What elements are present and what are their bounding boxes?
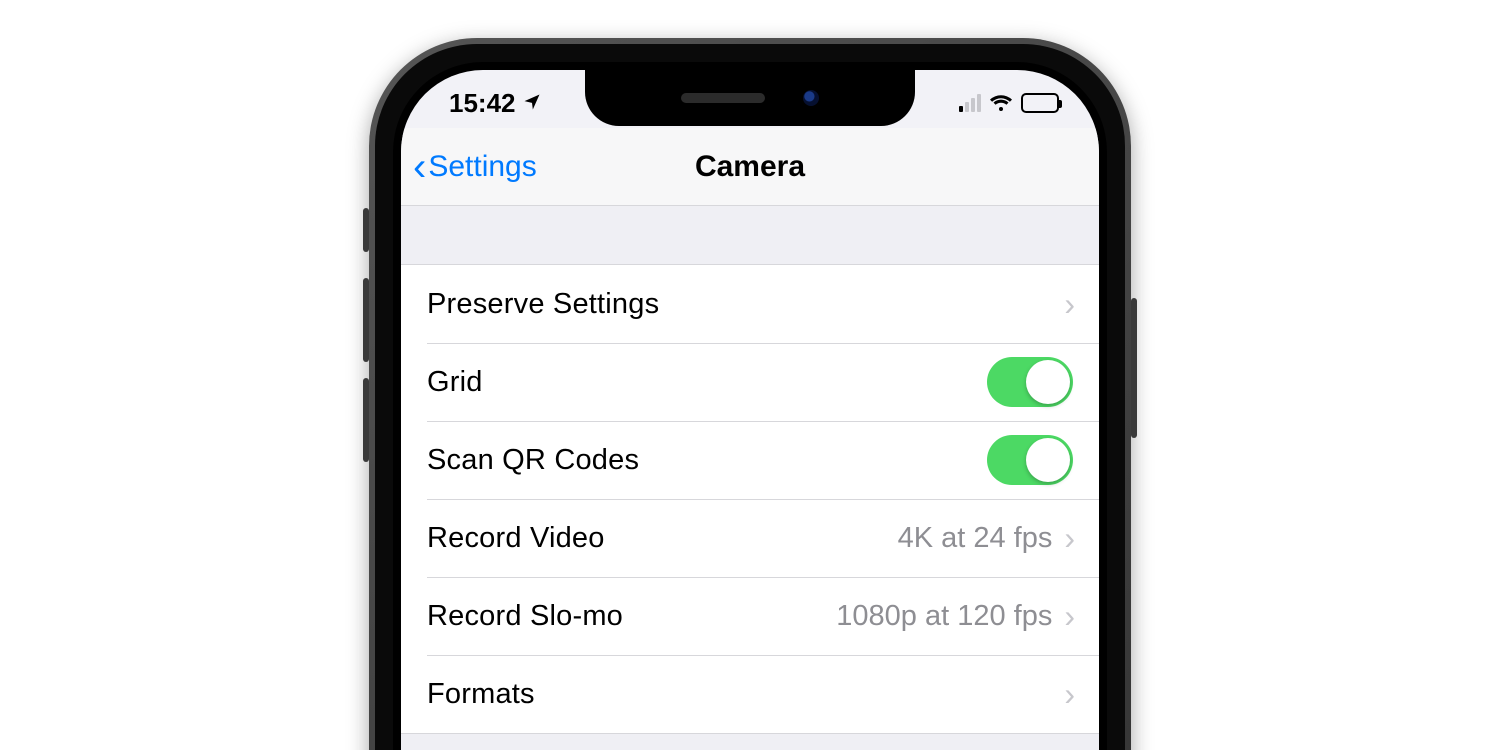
chevron-right-icon: › (1064, 678, 1075, 710)
row-label: Formats (427, 678, 1064, 711)
stage: 15:42 (0, 0, 1500, 750)
phone-frame: 15:42 (369, 38, 1131, 750)
row-value: 1080p at 120 fps (836, 600, 1052, 633)
status-time: 15:42 (449, 88, 516, 119)
chevron-right-icon: › (1064, 288, 1075, 320)
row-label: Record Video (427, 522, 898, 555)
row-scan-qr[interactable]: Scan QR Codes (401, 421, 1099, 499)
row-label: Preserve Settings (427, 288, 1064, 321)
row-label: Record Slo-mo (427, 600, 836, 633)
location-arrow-icon (522, 88, 542, 119)
front-camera (803, 90, 819, 106)
back-button[interactable]: ‹ Settings (413, 128, 537, 205)
side-button (1131, 298, 1137, 438)
back-label: Settings (428, 150, 536, 184)
row-grid[interactable]: Grid (401, 343, 1099, 421)
settings-content: Preserve Settings › Grid Scan QR Codes (401, 206, 1099, 750)
group-spacer (401, 206, 1099, 264)
qr-toggle[interactable] (987, 435, 1073, 485)
page-title: Camera (695, 150, 805, 184)
grid-toggle[interactable] (987, 357, 1073, 407)
chevron-right-icon: › (1064, 522, 1075, 554)
volume-down-button (363, 378, 369, 462)
row-formats[interactable]: Formats › (401, 655, 1099, 733)
row-label: Scan QR Codes (427, 444, 987, 477)
notch (585, 70, 915, 126)
earpiece-speaker (681, 93, 765, 103)
mute-switch (363, 208, 369, 252)
battery-icon (1021, 93, 1059, 113)
nav-bar: ‹ Settings Camera (401, 128, 1099, 206)
cellular-signal-icon (959, 94, 981, 112)
row-value: 4K at 24 fps (898, 522, 1053, 555)
row-record-video[interactable]: Record Video 4K at 24 fps › (401, 499, 1099, 577)
settings-group: Preserve Settings › Grid Scan QR Codes (401, 264, 1099, 734)
row-preserve-settings[interactable]: Preserve Settings › (401, 265, 1099, 343)
chevron-right-icon: › (1064, 600, 1075, 632)
chevron-left-icon: ‹ (413, 147, 426, 187)
wifi-icon (989, 93, 1013, 113)
screen: 15:42 (401, 70, 1099, 750)
volume-up-button (363, 278, 369, 362)
row-label: Grid (427, 366, 987, 399)
row-record-slomo[interactable]: Record Slo-mo 1080p at 120 fps › (401, 577, 1099, 655)
